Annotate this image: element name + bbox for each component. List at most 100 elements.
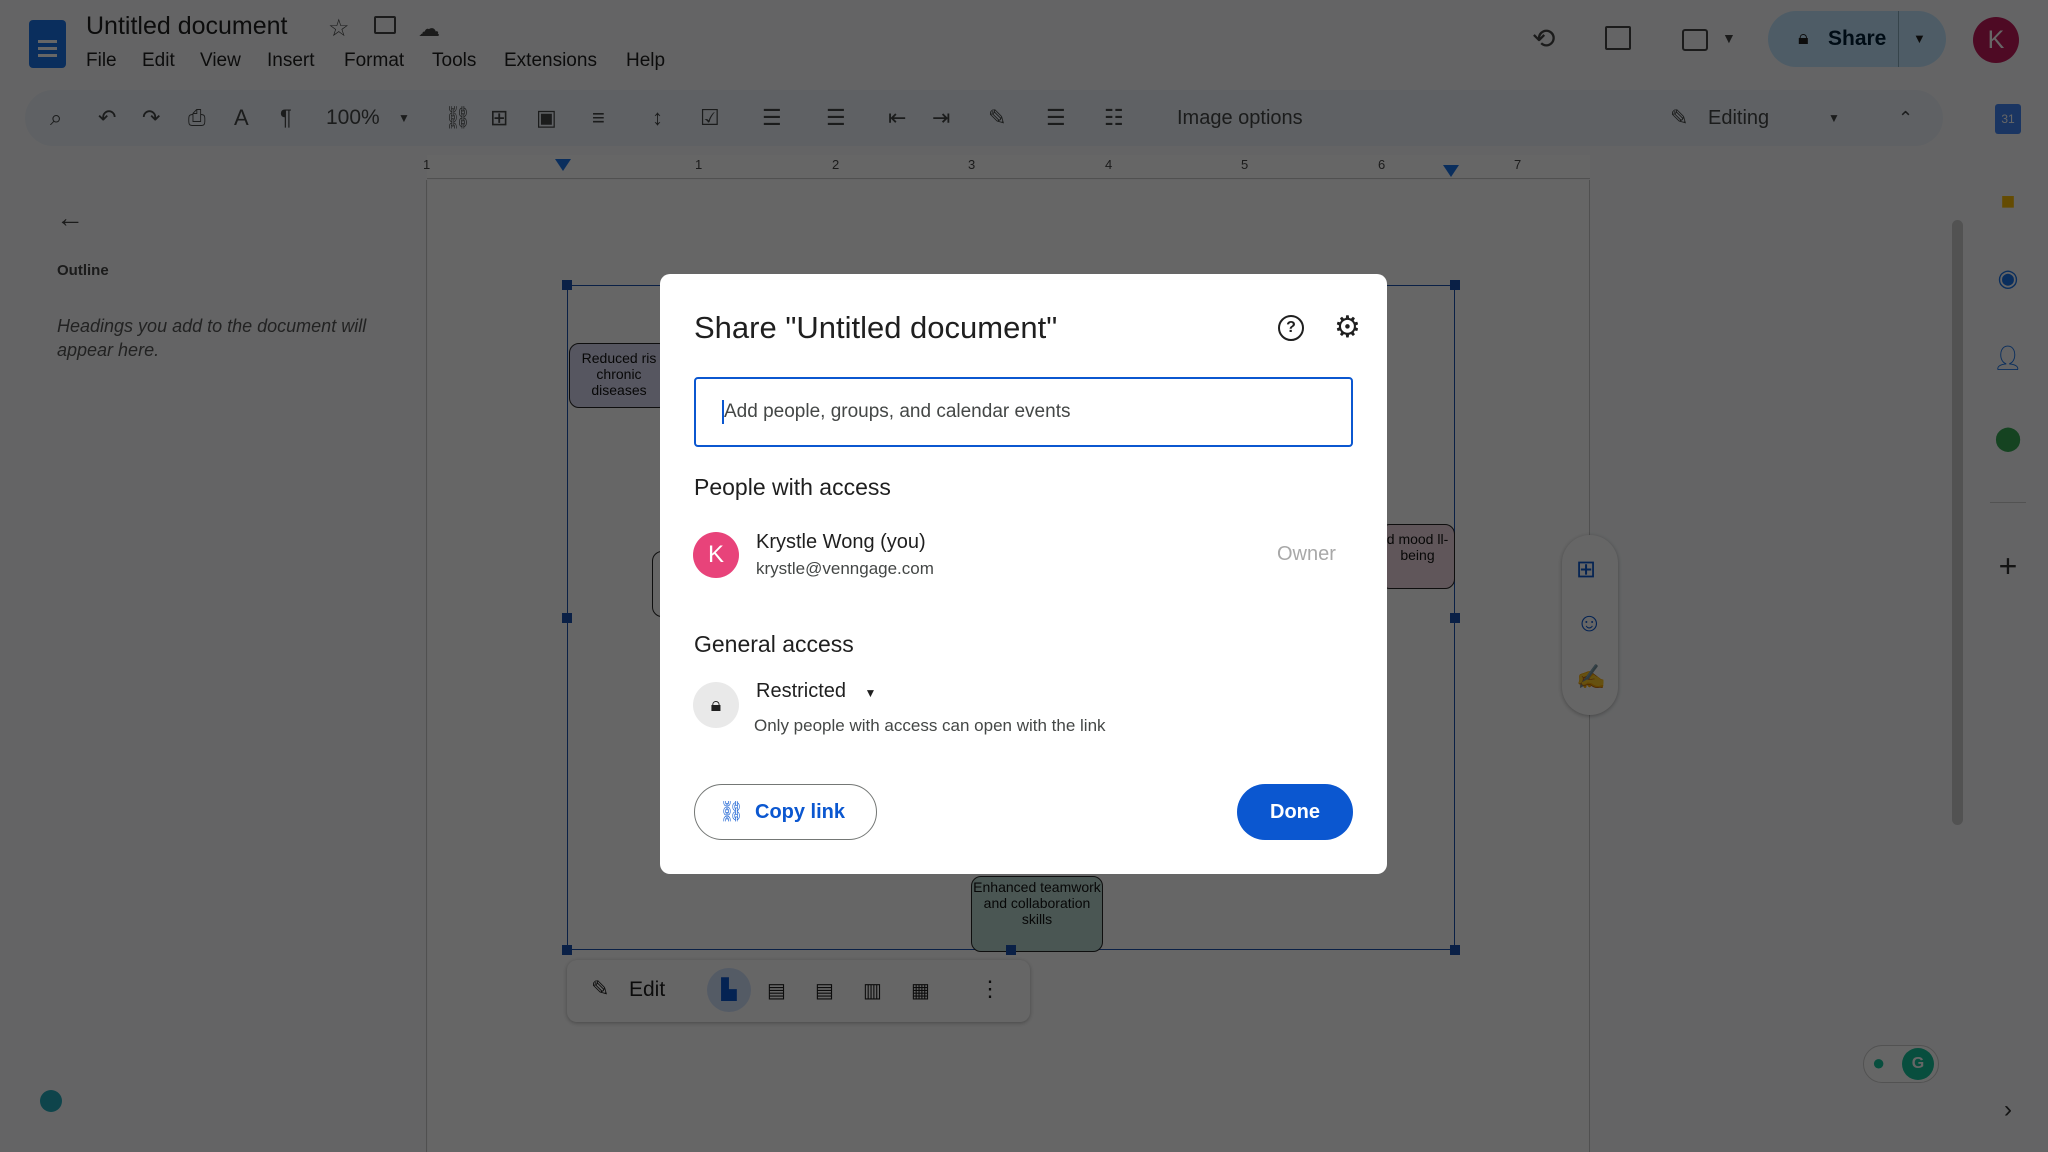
image-options-button[interactable]: Image options [1177,106,1303,130]
tasks-icon[interactable]: ◉ [1990,264,2026,293]
explore-icon[interactable] [40,1090,62,1112]
menu-format[interactable]: Format [344,50,404,72]
share-dialog: Share "Untitled document" ? ⚙ Add people… [660,274,1387,874]
meet-dropdown-icon[interactable]: ▼ [1722,30,1736,46]
print-icon[interactable]: ⎙ [188,106,206,130]
access-dropdown-icon: ▼ [864,686,877,700]
copy-link-label: Copy link [755,801,846,823]
numbered-list-icon[interactable]: ☰ [826,106,846,130]
menu-view[interactable]: View [200,50,241,72]
side-panel-divider [1990,502,2026,503]
toolbar [25,90,1943,146]
hide-menus-icon[interactable]: ⌃ [1898,106,1913,130]
add-people-input[interactable]: Add people, groups, and calendar events [694,377,1353,447]
left-indent-marker[interactable] [555,159,571,171]
close-outline-arrow-icon[interactable]: ← [56,202,84,234]
resize-handle[interactable] [562,280,572,290]
resize-handle[interactable] [1450,945,1460,955]
help-icon[interactable]: ? [1278,315,1304,341]
document-title[interactable]: Untitled document [86,12,288,41]
outline-sidebar: ← Outline Headings you add to the docume… [0,180,427,1152]
settings-gear-icon[interactable]: ⚙ [1334,310,1361,345]
add-comment-toolbar-icon[interactable]: ⊞ [490,106,508,130]
redo-icon[interactable]: ↷ [142,106,160,130]
meet-icon[interactable] [1682,29,1708,51]
vertical-scrollbar[interactable] [1952,220,1963,825]
undo-icon[interactable]: ↶ [98,106,116,130]
border-color-icon[interactable]: ✎ [988,106,1006,130]
add-comment-icon[interactable]: ⊞ [1576,555,1596,584]
calendar-icon[interactable]: 31 [1995,104,2021,134]
access-level-label: Restricted [756,680,847,702]
move-folder-icon[interactable] [374,16,396,34]
increase-indent-icon[interactable]: ⇥ [932,106,950,130]
align-icon[interactable]: ≡ [592,106,605,130]
break-text-icon[interactable]: ▤ [815,978,834,1003]
right-indent-marker[interactable] [1443,165,1459,177]
outline-title: Outline [57,262,109,279]
resize-handle[interactable] [562,613,572,623]
menu-file[interactable]: File [86,50,117,72]
more-options-icon[interactable]: ⋮ [979,976,1001,1002]
docs-logo[interactable] [29,20,66,68]
zoom-dropdown-icon[interactable]: ▼ [398,106,410,130]
maps-icon[interactable]: ⬤ [1990,424,2026,453]
resize-handle[interactable] [562,945,572,955]
resize-handle[interactable] [1450,280,1460,290]
add-emoji-reaction-icon[interactable]: ☺ [1576,607,1603,638]
diagram-box-mood: d mood ll-being [1380,524,1455,589]
menu-extensions[interactable]: Extensions [504,50,597,72]
bulleted-list-icon[interactable]: ☰ [762,106,782,130]
version-history-icon[interactable]: ⟲ [1532,22,1555,55]
horizontal-ruler[interactable]: 1 1 2 3 4 5 6 7 [423,155,1590,179]
menu-edit[interactable]: Edit [142,50,175,72]
keep-icon[interactable]: ■ [1990,188,2026,216]
menu-insert[interactable]: Insert [267,50,315,72]
resize-handle[interactable] [1006,945,1016,955]
grammarly-bulb-icon[interactable]: ● [1872,1050,1885,1076]
decrease-indent-icon[interactable]: ⇤ [888,106,906,130]
insert-image-icon[interactable]: ▣ [536,106,557,130]
comments-icon[interactable] [1605,26,1631,50]
in-front-text-icon[interactable]: ▦ [911,978,930,1003]
border-weight-icon[interactable]: ☰ [1046,106,1066,130]
spellcheck-icon[interactable]: A [234,106,249,130]
border-dash-icon[interactable]: ☷ [1104,106,1124,130]
share-button[interactable]: 🔒︎ Share ▼ [1768,11,1946,67]
suggest-edits-icon[interactable]: ✍ [1576,663,1606,692]
paint-format-icon[interactable]: ¶ [280,106,292,130]
cloud-status-icon[interactable]: ☁ [418,16,440,42]
wrap-text-icon[interactable]: ▤ [767,978,786,1003]
insert-link-icon[interactable]: ⛓ [444,106,472,130]
contacts-icon[interactable]: 👤︎ [1990,344,2026,373]
people-with-access-heading: People with access [694,474,891,500]
wrap-inline-icon[interactable]: ▙ [707,968,751,1012]
general-access-heading: General access [694,631,854,657]
copy-link-button[interactable]: ⛓ Copy link [694,784,877,840]
edit-image-button[interactable]: Edit [629,978,665,1002]
account-avatar[interactable]: K [1973,17,2019,63]
menu-help[interactable]: Help [626,50,665,72]
ruler-label: 1 [695,157,703,172]
access-description: Only people with access can open with th… [754,716,1106,735]
grammarly-widget[interactable]: ● G [1863,1045,1939,1083]
search-menus-icon[interactable]: ⌕ [50,106,62,130]
line-spacing-icon[interactable]: ↕ [652,106,663,130]
done-button[interactable]: Done [1237,784,1353,840]
expand-side-panel-icon[interactable]: › [1990,1096,2026,1124]
get-addons-plus-icon[interactable]: + [1990,548,2026,585]
zoom-select[interactable]: 100% [326,106,380,130]
share-dropdown-icon[interactable]: ▼ [1913,31,1926,46]
mode-dropdown-icon[interactable]: ▼ [1828,106,1840,130]
editing-mode-select[interactable]: Editing [1708,106,1769,130]
grammarly-g-icon[interactable]: G [1902,1048,1934,1080]
behind-text-icon[interactable]: ▥ [863,978,882,1003]
checklist-icon[interactable]: ☑ [700,106,720,130]
person-name: Krystle Wong (you) [756,531,926,553]
diagram-box-reduced-risk: Reduced ris chronic diseases [569,343,669,408]
access-level-dropdown[interactable]: Restricted ▼ [756,680,876,703]
resize-handle[interactable] [1450,613,1460,623]
menu-tools[interactable]: Tools [432,50,476,72]
edit-pencil-icon: ✎ [591,976,610,1001]
star-icon[interactable]: ☆ [328,14,350,43]
